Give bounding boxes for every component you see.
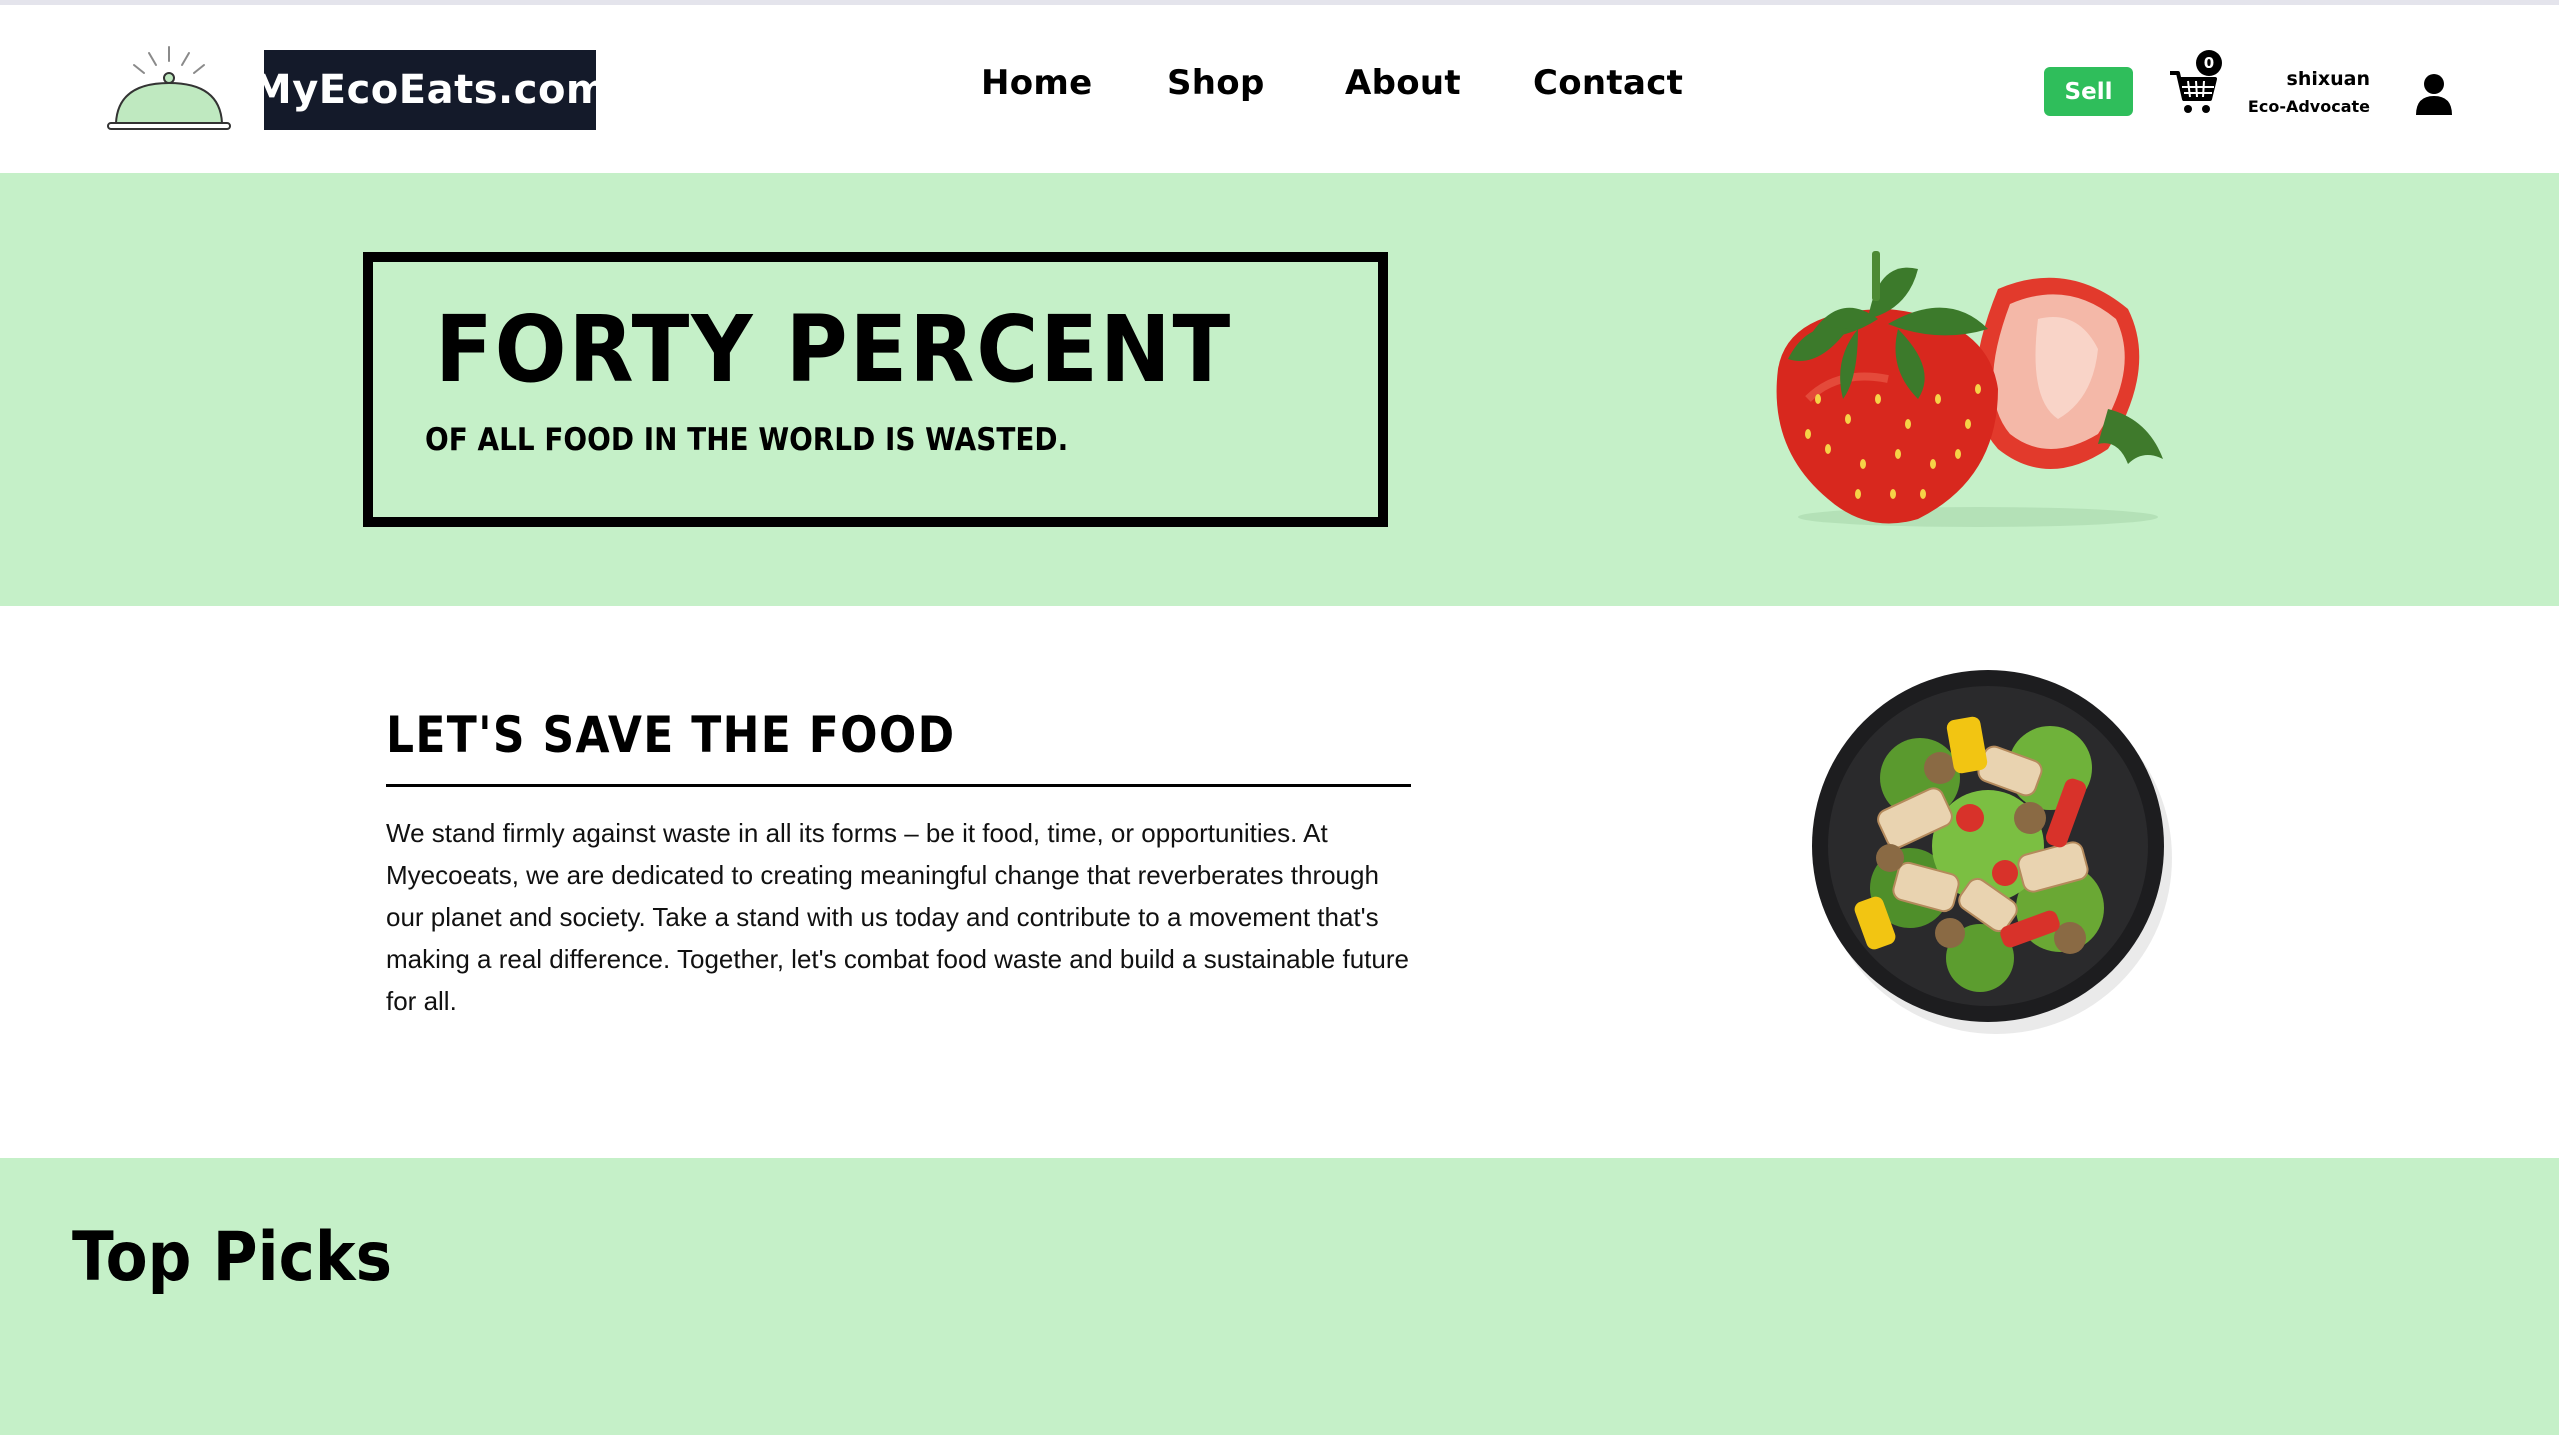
hero-banner: FORTY PERCENT OF ALL FOOD IN THE WORLD I… [0,173,2559,606]
brand-logo[interactable]: MyEcoEats.com [252,50,608,130]
sell-button[interactable]: Sell [2044,67,2133,116]
top-picks-title: Top Picks [72,1218,393,1297]
user-icon[interactable] [2414,73,2454,115]
user-name[interactable]: shixuan [2240,68,2370,90]
cloche-logo-icon[interactable] [104,45,234,137]
hero-stat-box: FORTY PERCENT OF ALL FOOD IN THE WORLD I… [363,252,1388,527]
mission-title: LET'S SAVE THE FOOD [386,706,956,764]
top-picks-section: Top Picks [0,1158,2559,1435]
nav-home[interactable]: Home [981,63,1093,103]
nav-contact[interactable]: Contact [1533,63,1683,103]
strawberry-image [1776,251,2163,527]
salad-plate-image [1812,670,2172,1034]
site-header: MyEcoEats.com Home Shop About Contact Se… [0,5,2559,173]
hero-subtitle: OF ALL FOOD IN THE WORLD IS WASTED. [425,422,1069,458]
mission-divider [386,784,1411,787]
mission-body: We stand firmly against waste in all its… [386,818,1409,1016]
cart-count-badge: 0 [2196,50,2222,76]
hero-title: FORTY PERCENT [435,296,1233,403]
nav-shop[interactable]: Shop [1167,63,1265,103]
nav-about[interactable]: About [1345,63,1461,103]
mission-section: LET'S SAVE THE FOOD We stand firmly agai… [0,606,2559,1158]
user-role: Eco-Advocate [2247,97,2370,116]
